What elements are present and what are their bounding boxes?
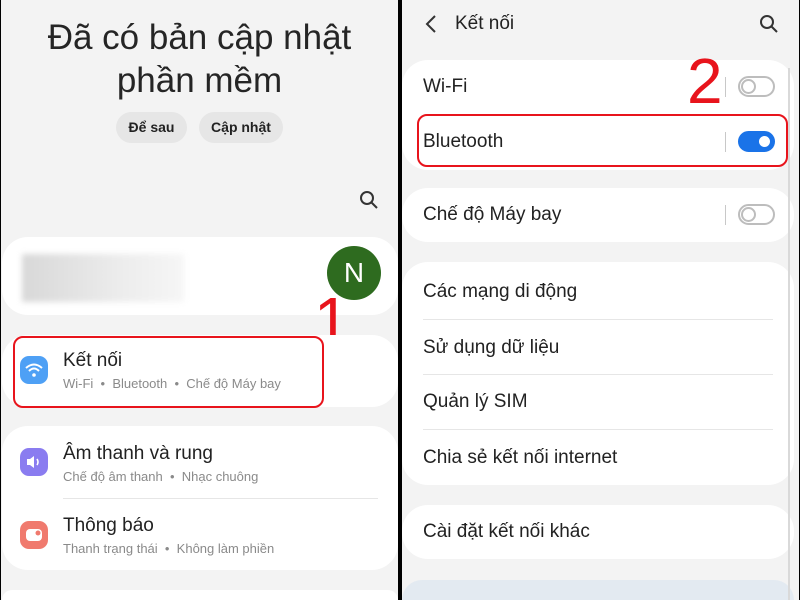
settings-group: Âm thanh và rung Chế độ âm thanh • Nhạc … xyxy=(2,426,398,570)
blurred-name xyxy=(22,254,184,302)
separator xyxy=(725,77,726,97)
separator xyxy=(725,205,726,225)
search-icon[interactable] xyxy=(359,190,379,210)
row-label: Cài đặt kết nối khác xyxy=(423,521,590,542)
sound-icon xyxy=(20,448,48,476)
menu-item[interactable]: Chia sẻ kết nối internet xyxy=(423,447,617,469)
scrollbar[interactable] xyxy=(788,68,790,600)
highlight-box xyxy=(13,336,324,408)
annotation-2: 2 xyxy=(687,45,723,117)
connections-panel: Kết nối Wi-Fi Bluetooth 2 Chế độ Máy bay… xyxy=(402,0,799,600)
highlight-box xyxy=(417,114,788,167)
item-label: Âm thanh và rung xyxy=(63,443,213,464)
settings-item-sound[interactable]: Âm thanh và rung Chế độ âm thanh • Nhạc … xyxy=(2,426,398,498)
toggle-knob xyxy=(741,79,756,94)
airplane-row[interactable]: Chế độ Máy bay xyxy=(402,188,794,242)
suggestion-card xyxy=(402,580,794,600)
update-title-line: Đã có bản cập nhật xyxy=(47,18,352,57)
more-settings-row[interactable]: Cài đặt kết nối khác xyxy=(402,505,794,559)
wifi-row[interactable]: Wi-Fi xyxy=(402,60,794,115)
settings-group-next xyxy=(2,590,398,600)
toggle-knob xyxy=(741,207,756,222)
item-label: Thông báo xyxy=(63,515,154,536)
search-icon[interactable] xyxy=(759,14,779,34)
menu-item[interactable]: Các mạng di động xyxy=(423,281,577,303)
wifi-toggle[interactable] xyxy=(738,76,775,97)
settings-item-notifications[interactable]: Thông báo Thanh trạng thái • Không làm p… xyxy=(2,499,398,570)
notification-icon xyxy=(20,521,48,549)
menu-item[interactable]: Quản lý SIM xyxy=(423,391,528,413)
row-label: Wi-Fi xyxy=(423,76,468,97)
divider xyxy=(423,374,773,375)
item-sub: Chế độ âm thanh • Nhạc chuông xyxy=(63,469,259,484)
settings-panel: Đã có bản cập nhật phần mềm Để sau Cập n… xyxy=(1,0,398,600)
divider xyxy=(423,429,773,430)
menu-item[interactable]: Sử dụng dữ liệu xyxy=(423,337,559,359)
divider xyxy=(423,319,773,320)
update-button[interactable]: Cập nhật xyxy=(199,112,283,143)
item-sub: Thanh trạng thái • Không làm phiền xyxy=(63,541,275,556)
network-group: Các mạng di động Sử dụng dữ liệu Quản lý… xyxy=(402,262,794,485)
airplane-toggle[interactable] xyxy=(738,204,775,225)
later-button[interactable]: Để sau xyxy=(116,112,187,143)
update-title: Đã có bản cập nhật phần mềm xyxy=(1,16,398,102)
update-title-line: phần mềm xyxy=(116,61,283,100)
row-label: Chế độ Máy bay xyxy=(423,204,562,225)
back-icon[interactable] xyxy=(424,14,438,34)
header-title: Kết nối xyxy=(455,13,515,34)
